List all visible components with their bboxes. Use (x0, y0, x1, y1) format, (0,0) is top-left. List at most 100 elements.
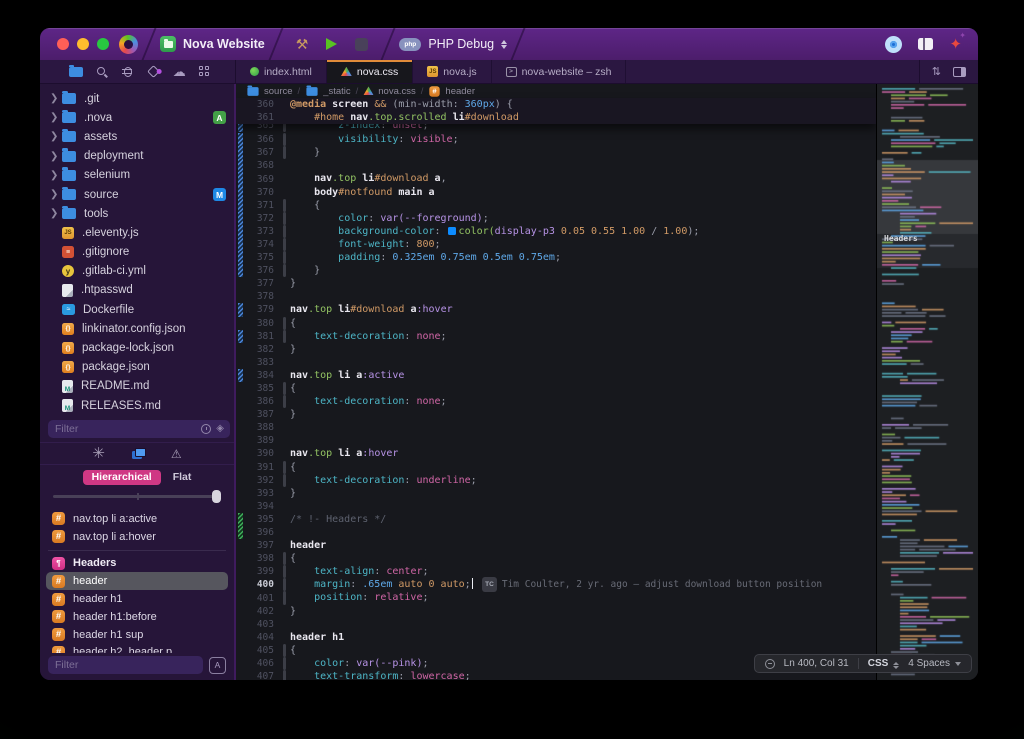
tree-item-RELEASES.md[interactable]: M RELEASES.md (40, 396, 234, 415)
tab-nova-website – zsh[interactable]: > nova-website – zsh (492, 60, 627, 83)
code-line-384[interactable]: 384 nav.top li a:active (236, 368, 876, 382)
fold-ribbon[interactable] (282, 329, 287, 343)
chevron-right-icon[interactable]: ❯ (50, 208, 62, 219)
chevron-right-icon[interactable]: ❯ (50, 189, 62, 200)
breadcrumb-item[interactable]: nova.css (363, 86, 416, 97)
mode-flat-button[interactable]: Flat (173, 471, 192, 483)
symbol-item-header[interactable]: # header (46, 572, 228, 591)
filter-az-icon[interactable]: A (209, 656, 226, 674)
tree-item-.gitignore[interactable]: ≡ .gitignore (40, 243, 234, 262)
chevron-right-icon[interactable]: ❯ (50, 93, 62, 104)
code-line-379[interactable]: 379 nav.top li#download a:hover (236, 303, 876, 317)
symbol-item-header h2, header p[interactable]: # header h2, header p (46, 644, 228, 653)
code-line-402[interactable]: 402} (236, 605, 876, 618)
stop-icon[interactable] (355, 37, 369, 51)
fold-ribbon[interactable] (282, 578, 287, 592)
project-title[interactable]: Nova Website (183, 37, 265, 51)
fold-ribbon[interactable] (282, 224, 287, 238)
code-area[interactable]: 360 @media screen && (min-width: 360px) {… (236, 98, 876, 680)
code-line-382[interactable]: 382} (236, 343, 876, 356)
tree-item-source[interactable]: ❯ source M (40, 185, 234, 204)
tree-item-README.md[interactable]: M README.md (40, 377, 234, 396)
fold-ribbon[interactable] (282, 473, 287, 487)
symbols-asterisk-icon[interactable]: ✳ (92, 446, 105, 461)
tree-item-Dockerfile[interactable]: ≈ Dockerfile (40, 300, 234, 319)
chevron-right-icon[interactable]: ❯ (50, 131, 62, 142)
breadcrumb-item[interactable]: # header (428, 85, 475, 98)
split-editor-icon[interactable]: ⇅ (932, 65, 941, 78)
chevron-right-icon[interactable]: ❯ (50, 112, 62, 123)
build-hammer-icon[interactable]: ⚒ (296, 36, 309, 53)
code-line-388[interactable]: 388 (236, 421, 876, 434)
fold-ribbon[interactable] (282, 146, 287, 160)
fold-ribbon[interactable] (282, 198, 287, 212)
toggle-panel-icon[interactable] (953, 66, 966, 77)
tree-item-.git[interactable]: ❯ .git (40, 89, 234, 108)
code-line-370[interactable]: 370 body#notfound main a (236, 185, 876, 199)
tree-item-tools[interactable]: ❯ tools (40, 204, 234, 223)
symbol-item-header h1 sup[interactable]: # header h1 sup (46, 626, 228, 644)
tab-nova.css[interactable]: nova.css (326, 60, 414, 83)
extensions-grid-icon[interactable] (197, 64, 213, 80)
code-line-373[interactable]: 373 background-color: color(display-p3 0… (236, 224, 876, 238)
fold-ribbon[interactable] (282, 133, 287, 147)
tree-item-package-lock.json[interactable]: {} package-lock.json (40, 338, 234, 357)
fold-ribbon[interactable] (282, 237, 287, 252)
fold-ribbon[interactable] (282, 264, 287, 278)
code-line-404[interactable]: 404 header h1 (236, 631, 876, 644)
code-line-395[interactable]: 395 /* !- Headers */ (236, 512, 876, 526)
recent-clock-icon[interactable] (201, 424, 212, 434)
code-line-378[interactable]: 378 (236, 290, 876, 303)
bug-report-icon[interactable] (120, 64, 136, 80)
code-line-366[interactable]: 366 visibility: visible; (236, 133, 876, 147)
code-line-374[interactable]: 374 font-weight: 800; (236, 237, 876, 252)
fold-ribbon[interactable] (282, 670, 287, 680)
task-selector[interactable]: PHP Debug (428, 37, 494, 51)
tree-item-deployment[interactable]: ❯ deployment (40, 147, 234, 166)
code-line-380[interactable]: 380 { (236, 316, 876, 330)
code-line-381[interactable]: 381 text-decoration: none; (236, 329, 876, 343)
code-line-400[interactable]: 400 margin: .65em auto 0 auto; TC Tim Coul… (236, 577, 876, 593)
code-line-360[interactable]: 360 @media screen && (min-width: 360px) { (236, 98, 876, 111)
code-line-398[interactable]: 398 { (236, 552, 876, 566)
code-line-389[interactable]: 389 (236, 434, 876, 447)
fold-ribbon[interactable] (282, 552, 287, 566)
symbol-item-nav.top li a:active[interactable]: # nav.top li a:active (46, 510, 228, 528)
fold-ribbon[interactable] (282, 656, 287, 671)
fold-ribbon[interactable] (282, 316, 287, 330)
chevron-right-icon[interactable]: ❯ (50, 151, 62, 162)
code-line-387[interactable]: 387} (236, 408, 876, 421)
code-line-394[interactable]: 394 (236, 500, 876, 513)
slider-knob[interactable] (212, 489, 221, 503)
symbol-item-Headers[interactable]: ¶ Headers (46, 555, 228, 573)
fold-ribbon[interactable] (282, 251, 287, 265)
slider-track[interactable] (53, 492, 221, 500)
task-selector-chevrons-icon[interactable] (501, 39, 508, 49)
minimap[interactable]: Headers (876, 84, 978, 680)
tree-item-selenium[interactable]: ❯ selenium (40, 166, 234, 185)
code-line-392[interactable]: 392 text-decoration: underline; (236, 473, 876, 487)
code-line-393[interactable]: 393} (236, 487, 876, 500)
zoom-window-button[interactable] (97, 38, 109, 50)
code-line-377[interactable]: 377} (236, 277, 876, 290)
fold-ribbon[interactable] (282, 381, 287, 396)
code-line-375[interactable]: 375 padding: 0.325em 0.75em 0.5em 0.75em… (236, 251, 876, 265)
fold-ribbon[interactable] (282, 124, 287, 133)
preview-eye-icon[interactable] (885, 35, 903, 53)
layers-icon[interactable] (131, 448, 146, 459)
code-line-383[interactable]: 383 (236, 356, 876, 369)
gem-filter-icon[interactable]: ◈ (216, 424, 224, 434)
mode-hierarchical-button[interactable]: Hierarchical (82, 469, 161, 485)
source-control-icon[interactable] (145, 64, 161, 80)
code-line-396[interactable]: 396 (236, 526, 876, 540)
indent-selector[interactable]: 4 Spaces (908, 658, 961, 669)
symbol-item-header h1:before[interactable]: # header h1:before (46, 608, 228, 626)
language-selector[interactable]: CSS (868, 658, 900, 669)
fold-ribbon[interactable] (282, 591, 287, 605)
fold-ribbon[interactable] (282, 395, 287, 409)
tree-item-assets[interactable]: ❯ assets (40, 127, 234, 146)
code-line-367[interactable]: 367 } (236, 146, 876, 160)
code-line-391[interactable]: 391 { (236, 460, 876, 474)
tree-item-.eleventy.js[interactable]: JS .eleventy.js (40, 223, 234, 242)
tree-item-.htpasswd[interactable]: .htpasswd (40, 281, 234, 300)
